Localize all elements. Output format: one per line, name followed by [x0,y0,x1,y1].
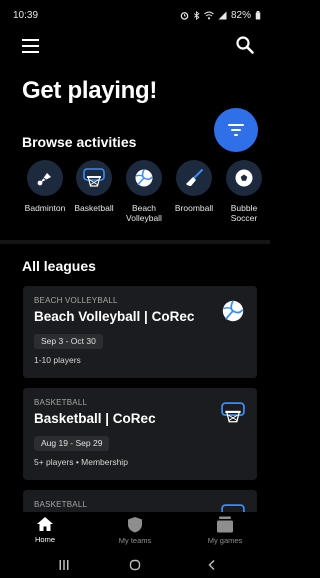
all-leagues-title: All leagues [22,258,96,274]
nav-my-games[interactable]: My games [180,512,270,552]
activity-bubble-soccer[interactable]: Bubble Soccer [220,160,268,223]
basketball-hoop-icon [83,168,105,187]
games-list-icon [217,516,233,533]
nav-label: Home [34,535,55,544]
search-icon[interactable] [234,34,256,56]
shield-icon [128,517,142,533]
league-name: Basketball | CoRec [34,411,156,426]
system-nav-bar [0,552,270,578]
shuttlecock-icon [37,173,51,186]
alarm-icon [180,11,189,20]
home-circle-icon[interactable] [129,559,141,571]
league-sport: BASKETBALL [34,398,88,407]
activity-icon-circle [176,160,212,196]
league-sport: BASKETBALL [34,500,88,509]
league-card[interactable]: BEACH VOLLEYBALL Beach Volleyball | CoRe… [23,286,257,378]
nav-label: My teams [118,536,152,545]
activity-broomball[interactable]: Broomball [170,160,218,213]
activity-icon-circle [126,160,162,196]
activity-beach-volleyball[interactable]: Beach Volleyball [120,160,168,223]
page-title: Get playing! [22,77,158,104]
filter-icon [228,124,244,136]
nav-home[interactable]: Home [0,512,90,552]
activity-label: Basketball [74,203,114,213]
nav-my-teams[interactable]: My teams [90,512,180,552]
activity-icon-circle [27,160,63,196]
activity-label: Badminton [24,203,66,213]
bottom-nav: Home My teams My games [0,512,270,552]
broom-icon [186,169,203,186]
volleyball-icon [222,300,244,322]
league-sport: BEACH VOLLEYBALL [34,296,118,305]
menu-icon[interactable] [20,37,42,55]
bluetooth-icon [193,10,200,20]
league-meta: 5+ players • Membership [34,457,128,467]
wifi-icon [204,11,214,19]
recent-apps-icon[interactable] [58,559,70,571]
status-time: 10:39 [13,9,39,21]
activity-label: Broomball [174,203,214,213]
league-dates: Aug 19 - Sep 29 [34,436,110,451]
activity-label: Bubble Soccer [230,203,258,223]
battery-icon [255,10,261,20]
top-bar [0,30,270,62]
status-bar: 10:39 82% [0,0,270,30]
filter-button[interactable] [214,108,258,152]
browse-activities-title: Browse activities [22,134,137,150]
status-icons: 82% [180,10,261,21]
basketball-hoop-icon [221,402,245,423]
back-icon[interactable] [206,559,218,571]
activity-basketball[interactable]: Basketball [70,160,118,213]
activity-icon-circle [76,160,112,196]
soccer-ball-icon [235,169,253,187]
activity-badminton[interactable]: Badminton [21,160,69,213]
volleyball-icon [135,169,153,187]
activity-label: Beach Volleyball [126,203,162,223]
league-meta: 1-10 players [34,355,81,365]
nav-label: My games [207,536,243,545]
league-dates: Sep 3 - Oct 30 [34,334,103,349]
home-icon [37,517,53,531]
activity-icon-circle [226,160,262,196]
signal-icon [218,11,227,19]
league-card[interactable]: BASKETBALL Basketball | CoRec Aug 19 - S… [23,388,257,480]
activities-row: Badminton Basketball Beach Volleyball Br… [0,160,270,236]
battery-percent: 82% [230,9,251,21]
section-divider [0,240,270,244]
league-name: Beach Volleyball | CoRec [34,309,195,324]
